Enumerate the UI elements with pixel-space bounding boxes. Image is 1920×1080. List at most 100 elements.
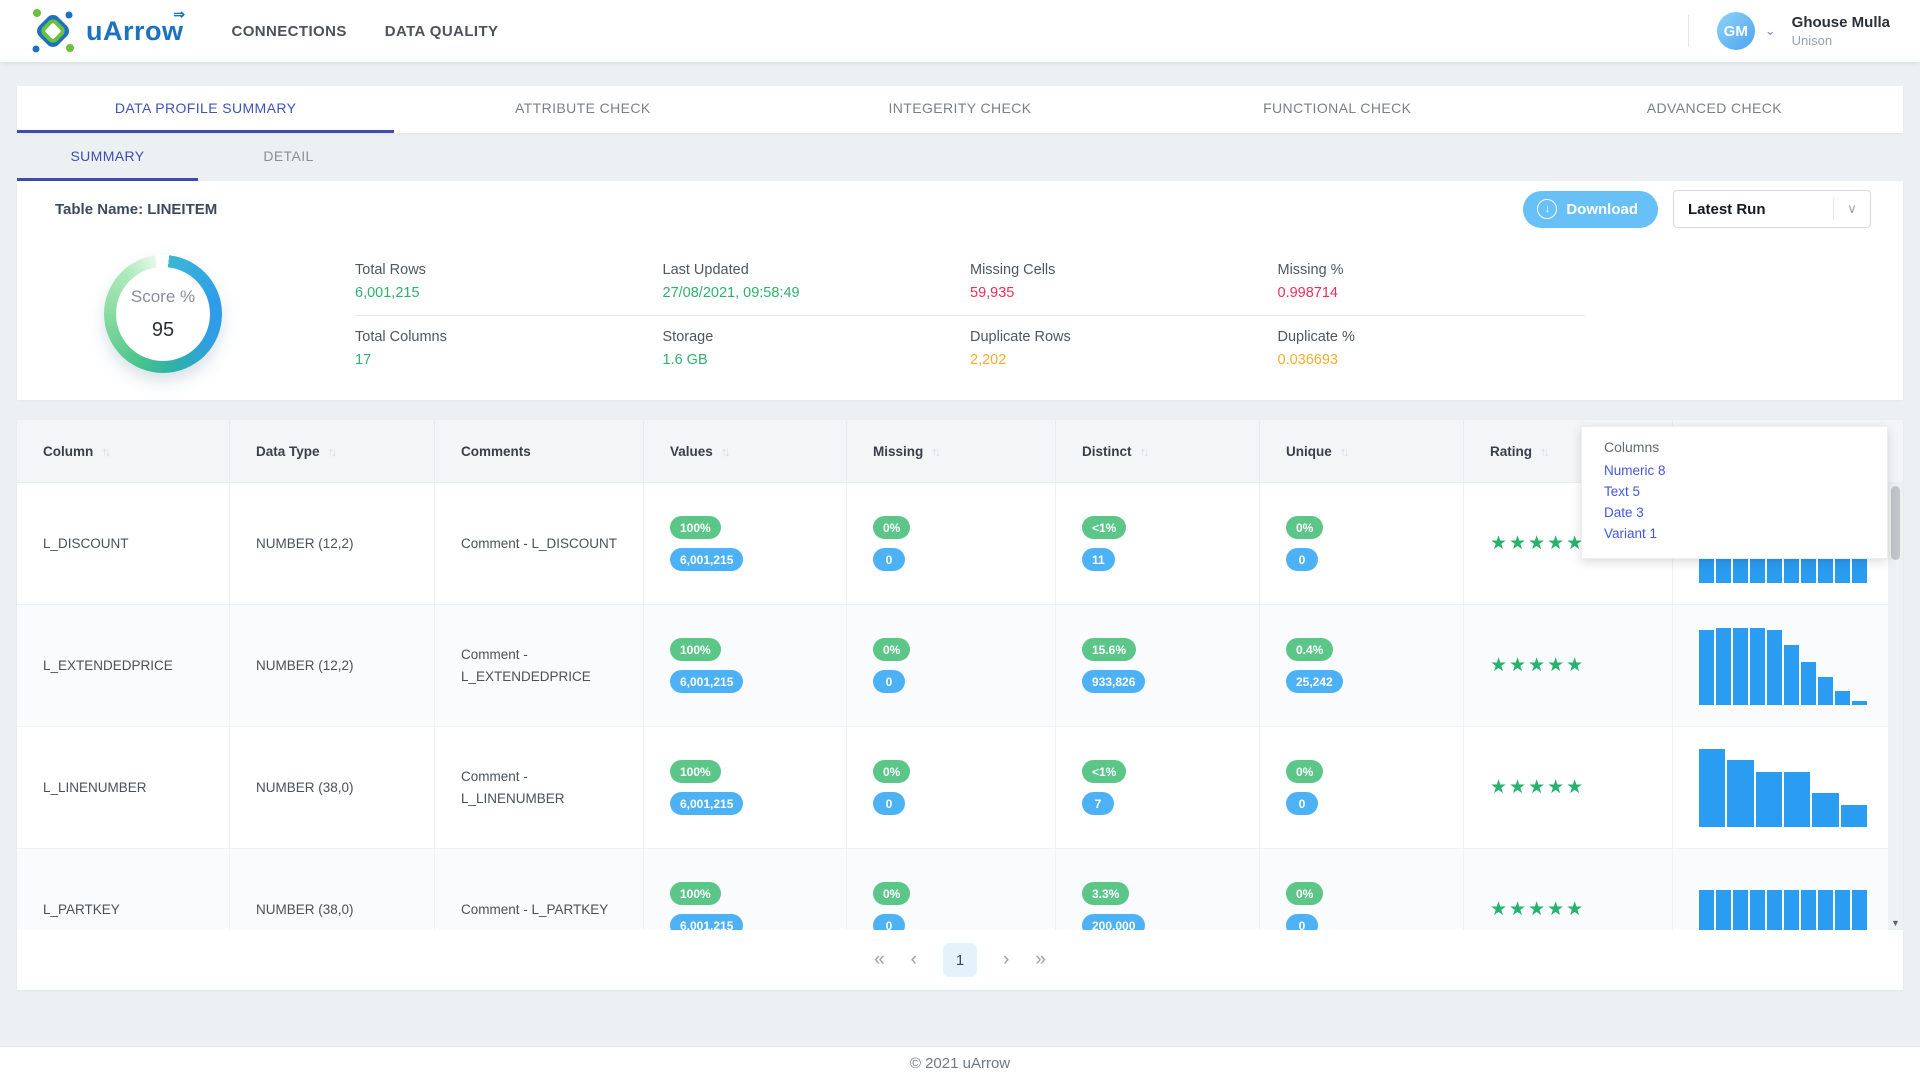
- cell-rating: ★★★★★: [1464, 605, 1673, 726]
- comment-text: Comment - L_DISCOUNT: [461, 533, 643, 555]
- sort-icon[interactable]: ↑↓: [1340, 444, 1347, 459]
- cell-missing: 0%0: [847, 849, 1056, 930]
- count-badge: 0: [1286, 792, 1318, 815]
- pagination-last-icon[interactable]: »: [1035, 949, 1046, 971]
- cell-rating: ★★★★★: [1464, 727, 1673, 848]
- brand-logo[interactable]: uArrow⇒: [28, 6, 184, 56]
- summary-toolbar: Table Name: LINEITEM ↓ Download Latest R…: [17, 181, 1903, 237]
- columns-panel-item-numeric-8[interactable]: Numeric 8: [1604, 460, 1887, 481]
- stat-missing: Missing % 0.998714: [1278, 249, 1586, 316]
- table-scrollbar[interactable]: ▼: [1888, 483, 1903, 930]
- download-icon: ↓: [1537, 199, 1557, 219]
- chart-bar: [1716, 628, 1731, 704]
- count-badge: 25,242: [1286, 670, 1343, 693]
- column-header-label: Data Type: [256, 444, 320, 459]
- stat-value: 0.036693: [1278, 352, 1586, 368]
- brand-arrow-icon: ⇒: [173, 6, 185, 23]
- sort-icon[interactable]: ↑↓: [931, 444, 938, 459]
- sort-icon[interactable]: ↑↓: [721, 444, 728, 459]
- pagination-page-1[interactable]: 1: [943, 943, 977, 977]
- stat-value: 0.998714: [1278, 285, 1586, 301]
- percent-badge: 0%: [873, 638, 910, 661]
- avatar[interactable]: GM: [1717, 12, 1755, 50]
- user-meta: Ghouse Mulla Unison: [1792, 14, 1890, 48]
- column-header-comments[interactable]: Comments: [435, 420, 644, 482]
- column-header-column[interactable]: Column↑↓: [17, 420, 230, 482]
- column-header-values[interactable]: Values↑↓: [644, 420, 847, 482]
- tab-integerity-check[interactable]: INTEGERITY CHECK: [771, 86, 1148, 133]
- summary-card: Table Name: LINEITEM ↓ Download Latest R…: [17, 181, 1903, 400]
- chart-bar: [1841, 805, 1867, 827]
- cell-data-type: NUMBER (38,0): [230, 727, 435, 848]
- column-header-distinct[interactable]: Distinct↑↓: [1056, 420, 1260, 482]
- stat-label: Total Rows: [355, 262, 663, 278]
- column-header-unique[interactable]: Unique ↑↓: [1260, 420, 1464, 482]
- comment-text: Comment - L_PARTKEY: [461, 899, 643, 921]
- summary-detail-tabs: SUMMARYDETAIL: [17, 133, 1903, 181]
- tab-functional-check[interactable]: FUNCTIONAL CHECK: [1149, 86, 1526, 133]
- sort-icon[interactable]: ↑↓: [1140, 444, 1147, 459]
- stat-label: Missing %: [1278, 262, 1586, 278]
- column-header-label: Rating: [1490, 444, 1532, 459]
- score-label: Score %: [131, 287, 195, 307]
- nav-data-quality[interactable]: DATA QUALITY: [385, 23, 499, 40]
- copyright-text: © 2021 uArrow: [910, 1055, 1010, 1072]
- tab-advanced-check[interactable]: ADVANCED CHECK: [1526, 86, 1903, 133]
- chart-bar: [1818, 677, 1833, 704]
- stat-value: 6,001,215: [355, 285, 663, 301]
- stats-grid: Total Rows6,001,215Last Updated27/08/202…: [355, 249, 1585, 383]
- distinct-badges: <1%11: [1082, 516, 1259, 571]
- user-menu-chevron-icon[interactable]: ⌄: [1765, 23, 1776, 39]
- score-value: 95: [152, 319, 174, 342]
- percent-badge: 0%: [1286, 516, 1323, 539]
- count-badge: 0: [1286, 914, 1318, 930]
- scroll-down-arrow-icon[interactable]: ▼: [1888, 918, 1903, 928]
- run-select[interactable]: Latest Run ∨: [1673, 190, 1871, 228]
- comment-text: Comment - L_EXTENDEDPRICE: [461, 644, 643, 687]
- cell-column: L_PARTKEY: [17, 849, 230, 930]
- unique-badges: 0%0: [1286, 516, 1463, 571]
- stat-missing-cells: Missing Cells59,935: [970, 249, 1278, 316]
- sort-icon[interactable]: ↑↓: [1540, 444, 1547, 459]
- chart-bar: [1784, 772, 1810, 827]
- distinct-badges: <1%7: [1082, 760, 1259, 815]
- cell-missing: 0%0: [847, 605, 1056, 726]
- page-footer: © 2021 uArrow: [0, 1046, 1920, 1080]
- stat-storage: Storage1.6 GB: [663, 316, 971, 383]
- pagination-prev-icon[interactable]: ‹: [911, 949, 917, 971]
- subtab-detail[interactable]: DETAIL: [198, 133, 379, 181]
- sort-icon[interactable]: ↑↓: [328, 444, 335, 459]
- pagination-first-icon[interactable]: «: [874, 949, 885, 971]
- nav-connections[interactable]: CONNECTIONS: [232, 23, 347, 40]
- cell-missing: 0%0: [847, 483, 1056, 604]
- comment-text: Comment - L_LINENUMBER: [461, 766, 643, 809]
- tab-data-profile-summary[interactable]: DATA PROFILE SUMMARY: [17, 86, 394, 133]
- brand-name: uArrow⇒: [86, 16, 184, 47]
- column-header-missing[interactable]: Missing↑↓: [847, 420, 1056, 482]
- pagination-next-icon[interactable]: ›: [1003, 949, 1009, 971]
- chart-bar: [1835, 691, 1850, 704]
- run-select-value: Latest Run: [1674, 201, 1833, 218]
- column-header-data-type[interactable]: Data Type ↑↓: [230, 420, 435, 482]
- columns-panel-item-text-5[interactable]: Text 5: [1604, 481, 1887, 502]
- download-button[interactable]: ↓ Download: [1523, 191, 1658, 228]
- table-row-l-partkey: L_PARTKEYNUMBER (38,0)Comment - L_PARTKE…: [17, 849, 1903, 930]
- columns-panel-item-variant-1[interactable]: Variant 1: [1604, 523, 1887, 544]
- cell-values: 100%6,001,215: [644, 849, 847, 930]
- scrollbar-thumb[interactable]: [1891, 486, 1900, 560]
- cell-values: 100%6,001,215: [644, 483, 847, 604]
- column-header-label: Unique: [1286, 444, 1332, 459]
- score-gauge: Score % 95: [104, 255, 222, 373]
- subtab-summary[interactable]: SUMMARY: [17, 133, 198, 181]
- count-badge: 6,001,215: [670, 670, 743, 693]
- tab-attribute-check[interactable]: ATTRIBUTE CHECK: [394, 86, 771, 133]
- sort-icon[interactable]: ↑↓: [101, 444, 108, 459]
- count-badge: 200,000: [1082, 914, 1145, 930]
- stat-value: 59,935: [970, 285, 1278, 301]
- stat-label: Total Columns: [355, 329, 663, 345]
- chart-bar: [1818, 890, 1833, 930]
- cell-column: L_EXTENDEDPRICE: [17, 605, 230, 726]
- stat-value: 2,202: [970, 352, 1278, 368]
- columns-panel-item-date-3[interactable]: Date 3: [1604, 502, 1887, 523]
- cell-values: 100%6,001,215: [644, 727, 847, 848]
